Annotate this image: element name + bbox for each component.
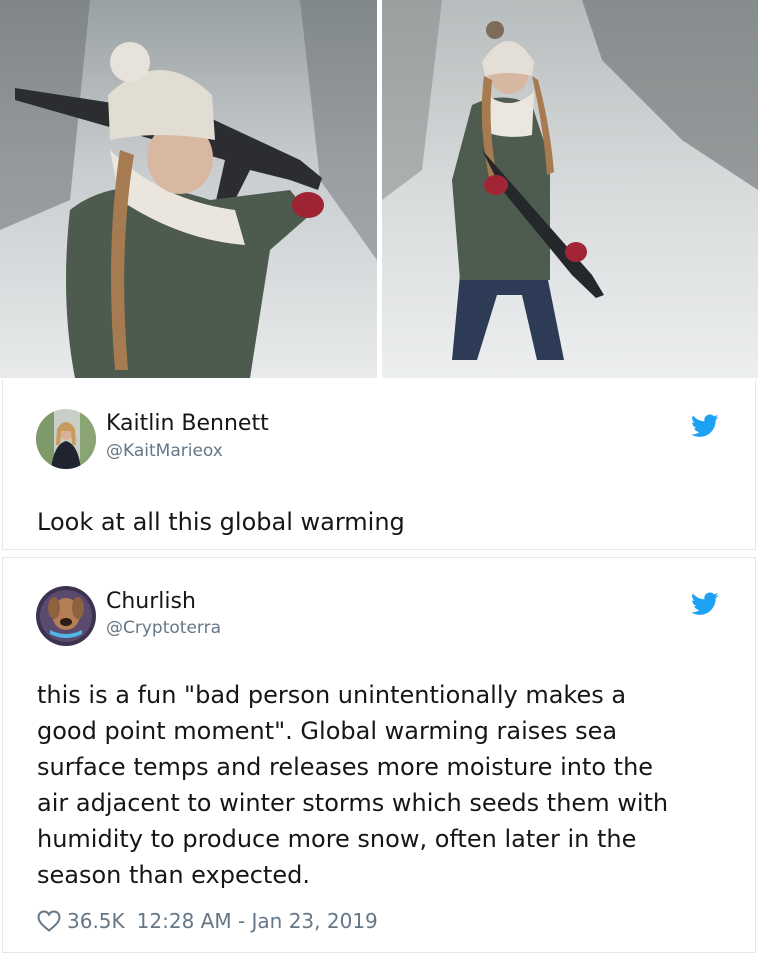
tweet-meta: 36.5K 12:28 AM - Jan 23, 2019 xyxy=(37,909,378,933)
tweet-text-line: humidity to produce more snow, often lat… xyxy=(37,825,637,853)
tweet-card-reply[interactable]: Churlish @Cryptoterra this is a fun "bad… xyxy=(2,557,756,953)
snow-photo-left[interactable] xyxy=(0,0,377,378)
display-name[interactable]: Kaitlin Bennett xyxy=(106,411,269,436)
tweet-text-line: surface temps and releases more moisture… xyxy=(37,753,654,781)
user-handle[interactable]: @KaitMarieox xyxy=(106,441,223,461)
like-count[interactable]: 36.5K xyxy=(67,909,125,933)
user-handle[interactable]: @Cryptoterra xyxy=(106,618,221,638)
twitter-bird-icon[interactable] xyxy=(691,414,719,438)
avatar[interactable] xyxy=(36,586,96,646)
tweet-text: this is a fun "bad person unintentionall… xyxy=(37,677,737,893)
avatar[interactable] xyxy=(36,409,96,469)
display-name[interactable]: Churlish xyxy=(106,589,196,614)
tweet-text-line: this is a fun "bad person unintentionall… xyxy=(37,681,627,709)
heart-outline-icon[interactable] xyxy=(37,910,61,932)
tweet-text: Look at all this global warming xyxy=(37,508,405,536)
tweet-text-line: season than expected. xyxy=(37,861,310,889)
snow-photo-right[interactable] xyxy=(382,0,758,378)
twitter-bird-icon[interactable] xyxy=(691,592,719,616)
tweet-media[interactable] xyxy=(0,0,758,380)
tweet-text-line: air adjacent to winter storms which seed… xyxy=(37,789,669,817)
tweet-card-original[interactable]: Kaitlin Bennett @KaitMarieox Look at all… xyxy=(2,380,756,550)
timestamp[interactable]: 12:28 AM - Jan 23, 2019 xyxy=(137,909,378,933)
tweet-text-line: good point moment". Global warming raise… xyxy=(37,717,618,745)
